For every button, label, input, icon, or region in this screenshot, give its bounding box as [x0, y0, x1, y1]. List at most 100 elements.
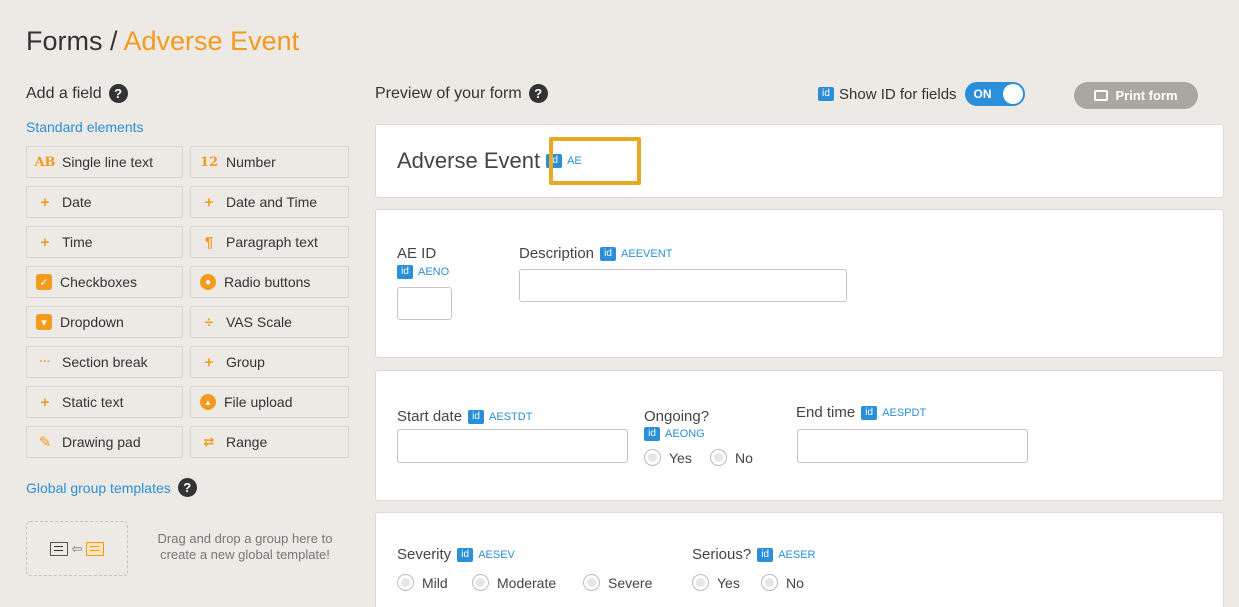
field-single-line-text[interactable]: AB Single line text	[26, 146, 183, 178]
field-drawing-pad[interactable]: ✎ Drawing pad	[26, 426, 183, 458]
add-field-label: Add a field	[26, 84, 102, 102]
field-paragraph-text[interactable]: ¶ Paragraph text	[190, 226, 349, 258]
serious-no-radio[interactable]: No	[761, 574, 804, 591]
field-radio-buttons[interactable]: ● Radio buttons	[190, 266, 349, 298]
plus-icon: +	[40, 193, 50, 211]
radio-circle[interactable]	[583, 574, 600, 591]
option-label: Yes	[669, 449, 692, 466]
template-dropzone[interactable]: ⇦	[26, 521, 128, 576]
show-id-control: id Show ID for fields ON	[818, 82, 1025, 106]
severity-moderate-radio[interactable]: Moderate	[472, 574, 556, 591]
id-icon: id	[457, 547, 474, 562]
scale-icon: ÷	[204, 313, 214, 331]
radio-circle[interactable]	[472, 574, 489, 591]
field-label: Paragraph text	[226, 234, 318, 250]
section-card-dates[interactable]: Start date id AESTDT Ongoing? id AEONG Yes …	[375, 370, 1224, 501]
id-icon: id	[644, 427, 660, 441]
severity-severe-radio[interactable]: Severe	[583, 574, 652, 591]
serious-yes-radio[interactable]: Yes	[692, 574, 740, 591]
preview-label: Preview of your form	[375, 84, 522, 102]
description-label: Description id AEEVENT	[519, 245, 672, 262]
section-card-severity[interactable]: Severity id AESEV Mild Moderate Severe Ser…	[375, 512, 1224, 607]
radio-circle[interactable]	[397, 574, 414, 591]
description-input[interactable]	[519, 269, 847, 302]
ongoing-yes-radio[interactable]: Yes	[644, 449, 692, 466]
field-date[interactable]: + Date	[26, 186, 183, 218]
form-title-card[interactable]: Adverse Event id AE	[375, 124, 1224, 198]
id-code: AESTDT	[489, 410, 533, 423]
id-icon: id	[600, 246, 617, 261]
pencil-icon: ✎	[38, 434, 52, 451]
field-checkboxes[interactable]: ✓ Checkboxes	[26, 266, 183, 298]
option-label: Severe	[608, 574, 653, 591]
global-templates-label[interactable]: Global group templates	[26, 480, 171, 496]
label-text: Serious?	[692, 546, 752, 563]
breadcrumb-root[interactable]: Forms /	[26, 26, 124, 56]
severity-mild-radio[interactable]: Mild	[397, 574, 448, 591]
field-palette: AB Single line text 12 Number + Date + Date …	[26, 146, 349, 458]
field-date-and-time[interactable]: + Date and Time	[190, 186, 349, 218]
help-icon[interactable]: ?	[528, 84, 548, 103]
radio-circle[interactable]	[692, 574, 709, 591]
plus-icon: +	[204, 193, 214, 211]
paragraph-icon: ¶	[204, 233, 214, 251]
field-label: Dropdown	[60, 314, 124, 330]
field-label: Number	[226, 154, 276, 170]
ae-id-code: id AENO	[397, 265, 449, 279]
end-time-label: End time id AESPDT	[796, 404, 926, 421]
field-range[interactable]: ⇄ Range	[190, 426, 349, 458]
text-icon: AB	[34, 154, 56, 170]
field-static-text[interactable]: + Static text	[26, 386, 183, 418]
field-label: VAS Scale	[226, 314, 292, 330]
dropzone-hint: Drag and drop a group here to create a n…	[157, 531, 333, 562]
id-code: AENO	[418, 266, 450, 278]
start-date-input[interactable]	[397, 429, 628, 463]
section-card-ae[interactable]: AE ID id AENO Description id AEEVENT	[375, 209, 1224, 358]
toggle-knob	[1002, 84, 1023, 104]
field-file-upload[interactable]: ▲ File upload	[190, 386, 349, 418]
field-label: Drawing pad	[62, 434, 141, 450]
show-id-toggle[interactable]: ON	[964, 82, 1025, 106]
standard-elements-link[interactable]: Standard elements	[26, 119, 144, 135]
help-icon[interactable]: ?	[177, 478, 197, 497]
option-label: No	[786, 574, 804, 591]
id-icon: id	[757, 547, 774, 562]
radio-circle[interactable]	[761, 574, 778, 591]
ae-id-input[interactable]	[397, 287, 452, 320]
plus-icon: +	[204, 353, 214, 371]
breadcrumb-current: Adverse Event	[123, 26, 300, 56]
ongoing-label: Ongoing?	[644, 408, 709, 425]
help-icon[interactable]: ?	[108, 84, 128, 103]
field-dropdown[interactable]: ▾ Dropdown	[26, 306, 183, 338]
print-form-button[interactable]: Print form	[1074, 82, 1198, 109]
radio-circle[interactable]	[710, 449, 727, 466]
serious-label: Serious? id AESER	[692, 546, 816, 563]
range-icon: ⇄	[203, 434, 215, 449]
dropdown-icon: ▾	[36, 314, 52, 330]
label-text: End time	[796, 404, 856, 421]
id-code: AESER	[778, 548, 816, 561]
end-time-input[interactable]	[797, 429, 1028, 463]
radio-circle[interactable]	[644, 449, 661, 466]
field-vas-scale[interactable]: ÷ VAS Scale	[190, 306, 349, 338]
field-label: Section break	[62, 354, 148, 370]
show-id-label: Show ID for fields	[839, 85, 957, 103]
global-group-templates-link[interactable]: Global group templates ?	[26, 478, 197, 497]
id-code: AEEVENT	[621, 247, 673, 260]
group-template-icon	[49, 541, 68, 556]
upload-icon: ▲	[200, 394, 216, 410]
field-section-break[interactable]: ··· Section break	[26, 346, 183, 378]
ongoing-id-code: id AEONG	[644, 427, 705, 441]
field-number[interactable]: 12 Number	[190, 146, 349, 178]
field-time[interactable]: + Time	[26, 226, 183, 258]
option-label: Moderate	[497, 574, 557, 591]
id-icon: id	[468, 409, 485, 424]
field-label: Checkboxes	[60, 274, 138, 290]
field-label: Radio buttons	[224, 274, 311, 290]
field-group[interactable]: + Group	[190, 346, 349, 378]
id-code: AEONG	[665, 428, 705, 440]
ongoing-no-radio[interactable]: No	[710, 449, 753, 466]
toggle-state: ON	[973, 87, 992, 101]
radio-icon: ●	[200, 274, 216, 290]
option-label: No	[735, 449, 753, 466]
